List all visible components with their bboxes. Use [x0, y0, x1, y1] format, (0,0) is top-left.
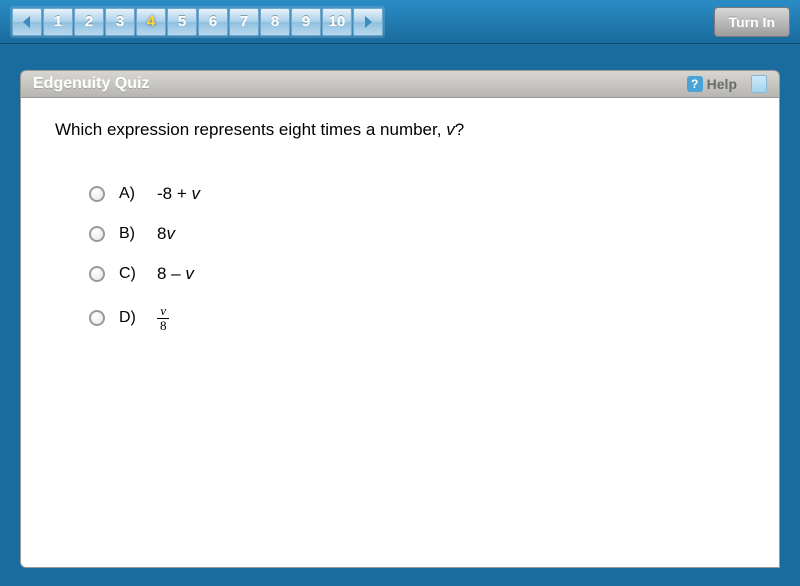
radio-button[interactable] — [89, 266, 105, 282]
pager-question-5[interactable]: 5 — [167, 8, 197, 36]
pager-question-1[interactable]: 1 — [43, 8, 73, 36]
fraction: v8 — [157, 304, 170, 332]
answer-choice-b[interactable]: B) 8v — [89, 224, 745, 244]
fraction-denominator: 8 — [157, 319, 170, 333]
choice-letter: B) — [119, 225, 143, 243]
choice-expression: -8 + v — [157, 184, 200, 204]
pager-question-2[interactable]: 2 — [74, 8, 104, 36]
answer-choices: A)-8 + vB)8vC)8 – vD)v8 — [89, 184, 745, 332]
pager-question-7[interactable]: 7 — [229, 8, 259, 36]
question-variable: v — [446, 120, 455, 139]
quiz-content: Which expression represents eight times … — [20, 98, 780, 568]
chevron-right-icon — [363, 16, 373, 28]
pager-question-9[interactable]: 9 — [291, 8, 321, 36]
answer-choice-c[interactable]: C) 8 – v — [89, 264, 745, 284]
expression-text: 8 – — [157, 264, 185, 283]
radio-button[interactable] — [89, 226, 105, 242]
turn-in-button[interactable]: Turn In — [714, 7, 790, 37]
question-prefix: Which expression represents eight times … — [55, 120, 446, 139]
help-label: Help — [707, 76, 737, 92]
choice-letter: C) — [119, 265, 143, 283]
quiz-header: Edgenuity Quiz ? Help — [20, 70, 780, 98]
pager-prev-button[interactable] — [12, 8, 42, 36]
radio-button[interactable] — [89, 310, 105, 326]
expression-variable: v — [185, 264, 194, 283]
pager-question-4[interactable]: 4 — [136, 8, 166, 36]
expression-variable: v — [192, 184, 201, 203]
pager-question-3[interactable]: 3 — [105, 8, 135, 36]
pager-question-8[interactable]: 8 — [260, 8, 290, 36]
help-button[interactable]: ? Help — [687, 76, 737, 92]
answer-choice-a[interactable]: A) -8 + v — [89, 184, 745, 204]
help-icon: ? — [687, 76, 703, 92]
question-suffix: ? — [455, 120, 464, 139]
turn-in-label: Turn In — [729, 14, 775, 30]
expression-variable: v — [166, 224, 175, 243]
choice-letter: D) — [119, 309, 143, 327]
pager-question-6[interactable]: 6 — [198, 8, 228, 36]
choice-expression: v8 — [157, 304, 170, 332]
radio-button[interactable] — [89, 186, 105, 202]
answer-choice-d[interactable]: D) v8 — [89, 304, 745, 332]
choice-expression: 8 – v — [157, 264, 194, 284]
choice-expression: 8v — [157, 224, 175, 244]
quiz-title: Edgenuity Quiz — [33, 75, 149, 93]
expression-text: -8 + — [157, 184, 192, 203]
pager-question-10[interactable]: 10 — [322, 8, 352, 36]
question-pager: 12345678910 — [10, 6, 385, 38]
pager-next-button[interactable] — [353, 8, 383, 36]
choice-letter: A) — [119, 185, 143, 203]
question-text: Which expression represents eight times … — [55, 120, 745, 140]
fraction-numerator: v — [157, 304, 169, 319]
header-corner-chip — [751, 75, 767, 93]
chevron-left-icon — [22, 16, 32, 28]
quiz-panel: Edgenuity Quiz ? Help Which expression r… — [20, 70, 780, 568]
top-bar: 12345678910 Turn In — [0, 0, 800, 44]
